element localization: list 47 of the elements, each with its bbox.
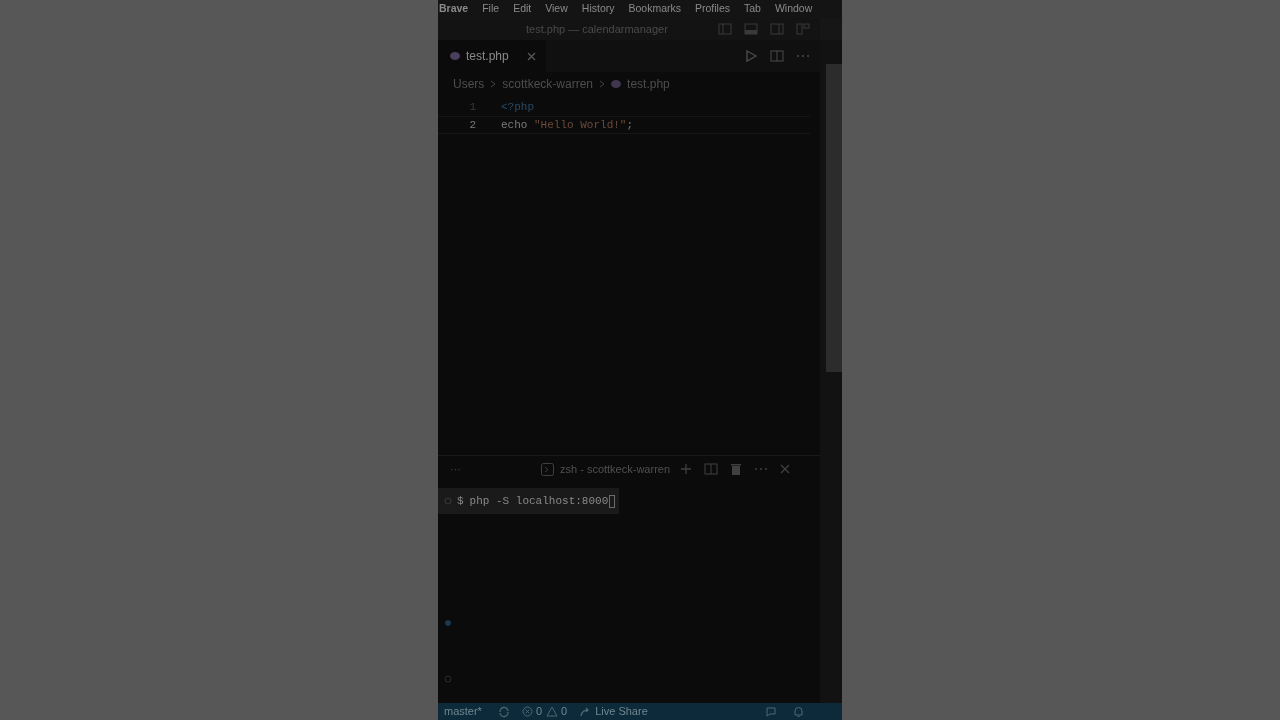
scrollbar-thumb[interactable]	[826, 64, 842, 372]
layout-icon[interactable]	[718, 23, 732, 35]
live-share-button[interactable]: Live Share	[595, 703, 648, 720]
warning-count[interactable]: 0	[561, 703, 568, 720]
menu-item[interactable]: Tab	[744, 1, 761, 17]
close-icon[interactable]	[526, 51, 536, 61]
menu-item[interactable]: View	[545, 1, 568, 17]
menu-item[interactable]: Edit	[513, 1, 532, 17]
chevron-icon	[599, 80, 606, 88]
panel-icon[interactable]	[744, 23, 758, 35]
grid-icon[interactable]	[796, 23, 810, 35]
close-icon[interactable]	[780, 464, 791, 474]
circle-icon	[444, 497, 452, 505]
error-count[interactable]: 0	[535, 703, 543, 720]
menu-item[interactable]: Window	[774, 1, 813, 17]
sync-icon[interactable]	[497, 705, 510, 718]
terminal-prompt: $	[457, 493, 464, 509]
menu-item[interactable]: File	[482, 1, 500, 17]
circle-icon	[444, 675, 452, 683]
trash-icon[interactable]	[730, 462, 743, 476]
split-editor-icon[interactable]	[770, 50, 784, 62]
menu-item[interactable]: Brave	[439, 1, 469, 17]
more-icon[interactable]	[754, 467, 769, 471]
run-icon[interactable]	[744, 49, 758, 63]
layout-icon[interactable]	[770, 23, 784, 35]
chevron-icon	[490, 80, 497, 88]
editor-tab[interactable]: test.php	[438, 40, 546, 72]
warning-icon[interactable]	[546, 706, 559, 717]
code-line: echo "Hello World!";	[501, 117, 634, 133]
error-icon[interactable]	[521, 706, 533, 717]
menu-item[interactable]: Bookmarks	[628, 1, 681, 17]
feedback-icon[interactable]	[765, 705, 777, 718]
menu-item[interactable]: History	[581, 1, 615, 17]
code-line: <?php	[501, 99, 534, 115]
bell-icon[interactable]	[793, 705, 804, 718]
menu-item[interactable]: Profiles	[695, 1, 730, 17]
add-icon[interactable]	[680, 463, 693, 475]
line-number: 2	[468, 117, 476, 133]
terminal-icon	[541, 462, 554, 476]
terminal-command: php -S localhost:8000	[469, 493, 609, 509]
text-cursor	[609, 494, 616, 508]
php-file-icon	[450, 52, 460, 60]
dot-icon	[445, 620, 451, 626]
more-icon[interactable]	[796, 54, 810, 58]
php-file-icon	[611, 80, 622, 88]
split-terminal-icon[interactable]	[704, 463, 719, 475]
branch-indicator[interactable]: master*	[444, 703, 482, 720]
